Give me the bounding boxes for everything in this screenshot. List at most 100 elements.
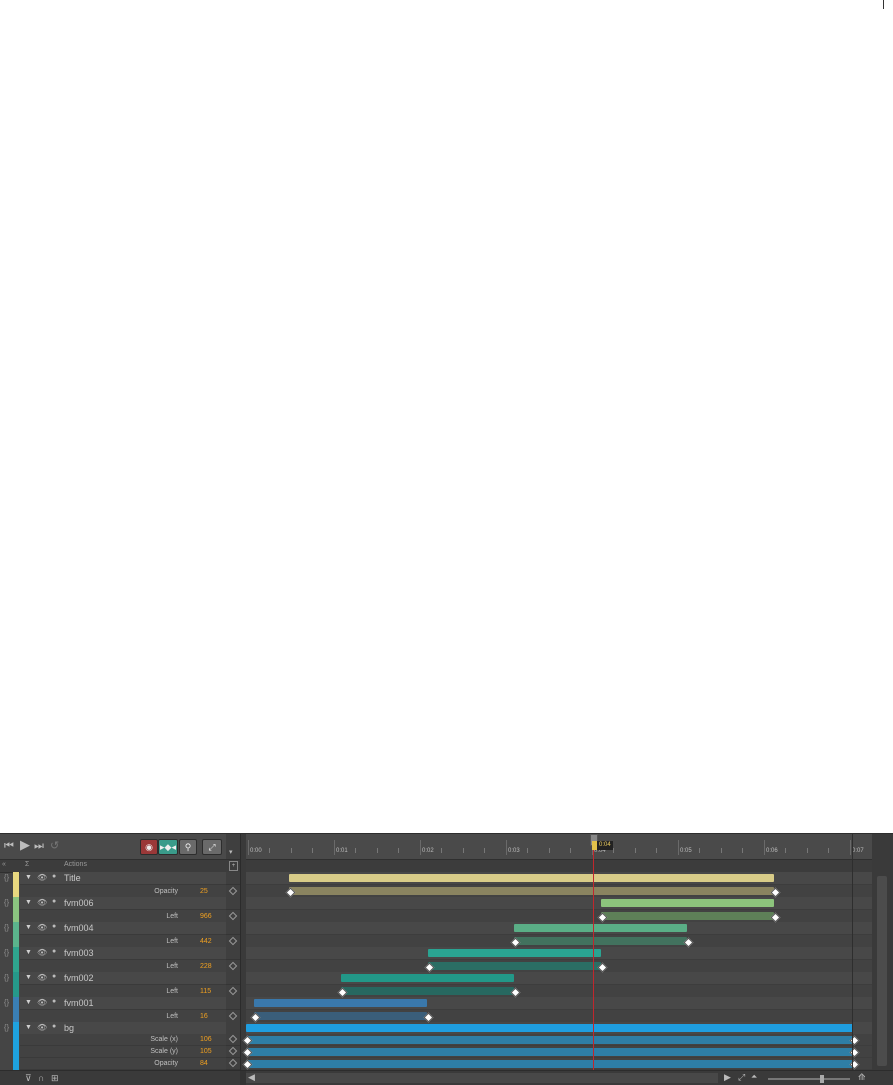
ruler-minor-tick — [785, 848, 786, 853]
lock-dot-icon[interactable]: ● — [52, 898, 56, 905]
property-value[interactable]: 105 — [200, 1047, 212, 1056]
actions-track[interactable] — [246, 859, 872, 873]
property-transition-bar[interactable] — [246, 1036, 853, 1044]
property-value[interactable]: 106 — [200, 1035, 212, 1044]
brace-icon[interactable]: {} — [1, 948, 12, 957]
layer-duration-bar[interactable] — [601, 899, 774, 907]
layer-duration-bar[interactable] — [254, 999, 427, 1007]
expand-triangle-icon[interactable]: ▼ — [25, 874, 32, 881]
time-ruler[interactable]: 0:00 0:01 0:02 0:03 0:04 0:05 0:06 0:07 — [246, 834, 872, 859]
keyframe-toggle[interactable] — [226, 1034, 240, 1046]
keyframe-toggle[interactable] — [226, 1058, 240, 1070]
eye-icon[interactable]: 👁 — [37, 898, 47, 907]
brace-icon[interactable]: {} — [1, 923, 12, 932]
brace-icon[interactable]: {} — [1, 973, 12, 982]
keyframe-diamond-icon — [228, 1034, 238, 1044]
actions-label[interactable]: Actions — [64, 861, 87, 868]
brace-icon[interactable]: {} — [1, 998, 12, 1007]
playhead-line[interactable] — [593, 834, 594, 1070]
scroll-left-button[interactable]: ◀ — [248, 1072, 255, 1083]
brace-icon[interactable]: {} — [1, 873, 12, 882]
record-button[interactable]: ◉ — [140, 839, 158, 855]
vertical-scrollbar[interactable] — [872, 834, 893, 1070]
expand-triangle-icon[interactable]: ▼ — [25, 1024, 32, 1031]
go-to-start-button[interactable]: ⏮ — [4, 840, 14, 852]
horizontal-scrollbar[interactable] — [246, 1073, 718, 1083]
lock-dot-icon[interactable]: ● — [52, 973, 56, 980]
eye-icon[interactable]: 👁 — [37, 998, 47, 1007]
zoom-slider-track[interactable] — [768, 1078, 850, 1080]
brace-icon[interactable]: {} — [1, 898, 12, 907]
zoom-in-icon[interactable]: ⟰ — [858, 1072, 866, 1083]
vertical-scroll-thumb[interactable] — [877, 876, 887, 1066]
layer-duration-bar[interactable] — [514, 924, 687, 932]
layer-row[interactable]: ▼ 👁 ● fvm002 — [20, 972, 226, 985]
layer-duration-bar[interactable] — [289, 874, 774, 882]
property-value[interactable]: 228 — [200, 962, 212, 971]
property-value[interactable]: 442 — [200, 937, 212, 946]
eye-icon[interactable]: 👁 — [37, 973, 47, 982]
lock-dot-icon[interactable]: ● — [52, 948, 56, 955]
scroll-right-button[interactable]: ▶ — [724, 1072, 731, 1083]
keyframe-toggle[interactable] — [226, 1046, 240, 1058]
play-button[interactable]: ▶ — [20, 838, 30, 851]
layer-row[interactable]: ▼ 👁 ● Title — [20, 872, 226, 885]
add-action-icon[interactable]: + — [229, 861, 238, 871]
property-value[interactable]: 115 — [200, 987, 211, 996]
property-value[interactable]: 84 — [200, 1059, 208, 1068]
property-value[interactable]: 16 — [200, 1012, 208, 1021]
magnet-icon[interactable]: ∩ — [38, 1073, 44, 1083]
lock-dot-icon[interactable]: ● — [52, 923, 56, 930]
property-row[interactable]: Scale (y) 105 — [20, 1046, 226, 1058]
layer-duration-bar[interactable] — [341, 974, 514, 982]
expand-triangle-icon[interactable]: ▼ — [25, 924, 32, 931]
layer-duration-bar[interactable] — [428, 949, 601, 957]
property-transition-bar[interactable] — [246, 1060, 853, 1068]
zoom-out-icon[interactable]: ⏶ — [751, 1072, 757, 1082]
property-transition-bar[interactable] — [341, 987, 514, 995]
eye-icon[interactable]: 👁 — [37, 923, 47, 932]
sort-icon[interactable]: Σ — [25, 861, 29, 868]
layer-color-stripe — [13, 997, 19, 1023]
pin-button[interactable]: ⚲ — [179, 839, 197, 855]
lock-dot-icon[interactable]: ● — [52, 1023, 56, 1030]
layer-row[interactable]: ▼ 👁 ● fvm004 — [20, 922, 226, 935]
ruler-minor-tick — [570, 848, 571, 853]
filter-icon[interactable]: ⊽ — [25, 1073, 32, 1084]
grid-icon[interactable]: ⊞ — [51, 1073, 59, 1084]
layer-duration-bar[interactable] — [246, 1024, 853, 1032]
property-row[interactable]: Scale (x) 106 — [20, 1034, 226, 1046]
property-value[interactable]: 966 — [200, 912, 212, 921]
ruler-major-tick — [420, 840, 421, 855]
eye-icon[interactable]: 👁 — [37, 1023, 47, 1032]
easing-button[interactable]: ⤢ — [202, 839, 222, 855]
collapse-all-icon[interactable]: « — [2, 861, 6, 868]
lock-dot-icon[interactable]: ● — [52, 998, 56, 1005]
expand-triangle-icon[interactable]: ▼ — [25, 949, 32, 956]
eye-icon[interactable]: 👁 — [37, 948, 47, 957]
loop-icon[interactable]: ↺ — [50, 840, 59, 852]
property-transition-bar[interactable] — [246, 1048, 853, 1056]
fit-to-view-icon[interactable]: ⤢ — [738, 1072, 745, 1083]
property-transition-bar[interactable] — [289, 887, 774, 895]
property-transition-bar[interactable] — [254, 1012, 427, 1020]
lock-dot-icon[interactable]: ● — [52, 873, 56, 880]
property-transition-bar[interactable] — [428, 962, 601, 970]
layer-row[interactable]: ▼ 👁 ● fvm003 — [20, 947, 226, 960]
eye-icon[interactable]: 👁 — [37, 873, 47, 882]
zoom-slider-thumb[interactable] — [820, 1075, 824, 1083]
brace-icon[interactable]: {} — [1, 1023, 12, 1032]
ruler-minor-tick — [699, 848, 700, 853]
property-transition-bar[interactable] — [601, 912, 774, 920]
auto-keyframe-button[interactable]: ▸◆◂ — [158, 839, 178, 855]
property-transition-bar[interactable] — [514, 937, 687, 945]
expand-triangle-icon[interactable]: ▼ — [25, 899, 32, 906]
go-to-end-button[interactable]: ⏭ — [34, 840, 44, 852]
expand-triangle-icon[interactable]: ▼ — [25, 999, 32, 1006]
property-value[interactable]: 25 — [200, 887, 208, 896]
layer-row[interactable]: ▼ 👁 ● fvm001 — [20, 997, 226, 1010]
property-row[interactable]: Opacity 84 — [20, 1058, 226, 1070]
chevron-down-icon[interactable]: ▾ — [229, 848, 233, 856]
layer-row[interactable]: ▼ 👁 ● fvm006 — [20, 897, 226, 910]
expand-triangle-icon[interactable]: ▼ — [25, 974, 32, 981]
